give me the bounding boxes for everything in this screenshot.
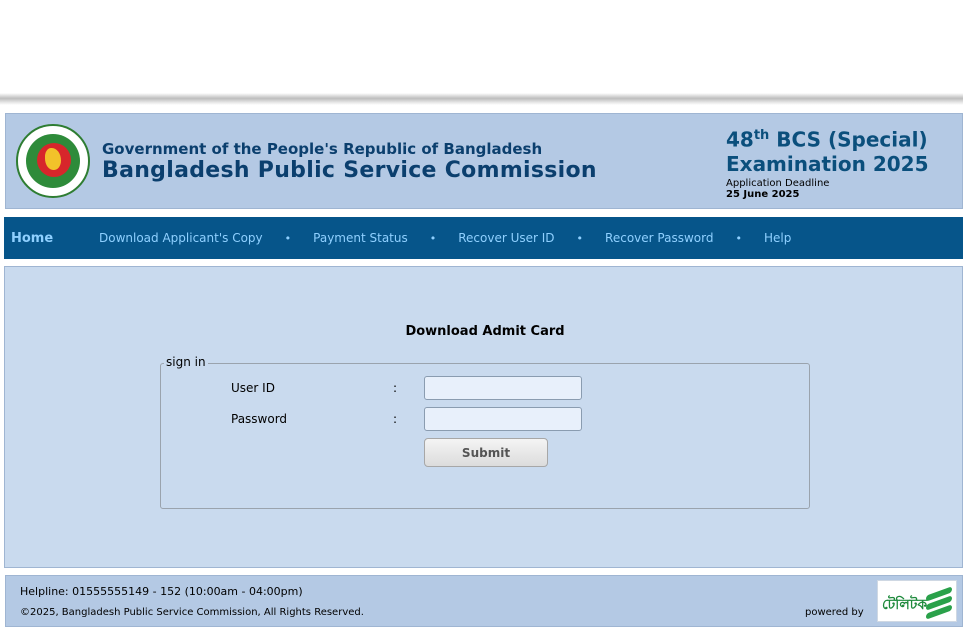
sign-in-legend: sign in xyxy=(164,355,208,369)
exam-suffix: th xyxy=(753,128,770,143)
sign-in-fieldset: sign in User ID : Password : Submit xyxy=(160,355,810,509)
nav-payment-status[interactable]: Payment Status xyxy=(313,231,408,245)
main-content: Download Admit Card sign in User ID : Pa… xyxy=(4,266,963,568)
nav-recover-password[interactable]: Recover Password xyxy=(605,231,713,245)
nav-help[interactable]: Help xyxy=(764,231,791,245)
government-title: Government of the People's Republic of B… xyxy=(102,140,543,158)
main-navigation: Home Download Applicant's Copy • Payment… xyxy=(4,217,963,259)
nav-separator: • xyxy=(576,231,584,245)
nav-home-link[interactable]: Home xyxy=(11,231,99,246)
deadline-label: Application Deadline xyxy=(726,177,830,189)
powered-by-text: powered by xyxy=(805,607,864,618)
user-id-label: User ID xyxy=(231,381,275,395)
seal-map xyxy=(45,148,61,170)
site-header: Government of the People's Republic of B… xyxy=(5,113,963,209)
teletalk-logo-icon[interactable]: টেলিটক xyxy=(877,580,957,622)
top-blank-area xyxy=(0,0,963,93)
exam-title-rest: BCS (Special) xyxy=(769,127,928,152)
exam-number: 48 xyxy=(726,127,754,152)
copyright-text: ©2025, Bangladesh Public Service Commiss… xyxy=(20,607,364,618)
nav-download-applicants-copy[interactable]: Download Applicant's Copy xyxy=(99,231,263,245)
deadline-date: 25 June 2025 xyxy=(726,188,800,200)
nav-separator: • xyxy=(735,231,742,245)
nav-recover-user-id[interactable]: Recover User ID xyxy=(458,231,554,245)
teletalk-logo-text: টেলিটক xyxy=(882,597,928,613)
nav-separator: • xyxy=(284,231,292,245)
page-title: Download Admit Card xyxy=(405,324,565,339)
password-label: Password xyxy=(231,412,288,426)
exam-title-line1: 48th BCS (Special) xyxy=(726,124,958,152)
user-id-colon: : xyxy=(393,381,398,395)
exam-title-line2: Examination 2025 xyxy=(726,151,929,176)
site-footer: Helpline: 01555555149 - 152 (10:00am - 0… xyxy=(5,575,963,627)
nav-separator: • xyxy=(429,231,437,245)
password-colon: : xyxy=(393,412,398,426)
government-seal-icon xyxy=(16,124,90,198)
submit-button[interactable]: Submit xyxy=(424,438,548,467)
user-id-input[interactable] xyxy=(424,376,582,400)
top-divider xyxy=(0,93,963,105)
password-input[interactable] xyxy=(424,407,582,431)
exam-info: 48th BCS (Special) Examination 2025 Appl… xyxy=(726,124,958,200)
organization-title: Bangladesh Public Service Commission xyxy=(102,158,597,183)
helpline-text: Helpline: 01555555149 - 152 (10:00am - 0… xyxy=(20,585,303,598)
